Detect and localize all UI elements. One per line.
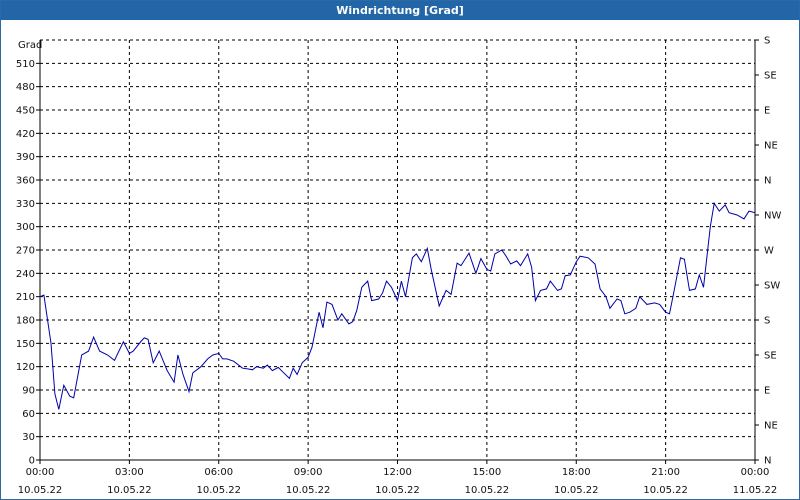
right-tick-label: W <box>764 246 774 257</box>
right-tick-label: E <box>764 386 770 397</box>
right-tick-label: NW <box>764 211 781 222</box>
right-tick-label: E <box>764 106 770 117</box>
x-tick-date: 10.05.22 <box>465 485 510 496</box>
y-axis-tick-labels: 0 30 60 90 120 150 180 210 240 270 300 330 360 390 420… <box>16 59 35 467</box>
wind-direction-chart: 0 30 60 90 120 150 180 210 240 270 300 330 360 390 420… <box>16 36 782 497</box>
x-tick-date: 10.05.22 <box>554 485 599 496</box>
x-tick-time: 00:00 <box>26 467 55 478</box>
right-tick-label: SE <box>764 71 777 82</box>
x-tick-date: 10.05.22 <box>643 485 688 496</box>
y-tick-label: 0 <box>29 456 35 467</box>
x-axis-tick-labels: 00:00 10.05.22 03:00 10.05.22 06:00 10.05.22 0… <box>18 467 778 496</box>
right-tick-label: NE <box>764 141 778 152</box>
y-tick-label: 180 <box>16 316 35 327</box>
y-tick-label: 90 <box>22 386 35 397</box>
x-tick-time: 09:00 <box>294 467 323 478</box>
x-tick-time: 15:00 <box>472 467 501 478</box>
y-tick-label: 120 <box>16 362 35 373</box>
x-tick-time: 06:00 <box>204 467 233 478</box>
x-tick-date: 10.05.22 <box>375 485 420 496</box>
grid-lines <box>40 39 755 460</box>
right-axis-compass-labels: N NE E SE S SW W NW N NE E SE S <box>764 36 781 467</box>
x-tick-date: 10.05.22 <box>18 485 63 496</box>
y-tick-label: 270 <box>16 246 35 257</box>
y-tick-label: 420 <box>16 129 35 140</box>
y-tick-label: 480 <box>16 82 35 93</box>
y-tick-label: 300 <box>16 222 35 233</box>
x-tick-date: 11.05.22 <box>733 485 778 496</box>
right-tick-label: N <box>764 176 771 187</box>
y-tick-label: 360 <box>16 176 35 187</box>
y-tick-label: 210 <box>16 292 35 303</box>
x-tick-date: 10.05.22 <box>196 485 241 496</box>
right-tick-label: SW <box>764 281 780 292</box>
x-tick-time: 03:00 <box>115 467 144 478</box>
x-tick-time: 18:00 <box>562 467 591 478</box>
right-tick-label: S <box>764 36 770 47</box>
x-tick-time: 21:00 <box>651 467 680 478</box>
right-tick-label: SE <box>764 351 777 362</box>
y-tick-label: 510 <box>16 59 35 70</box>
y-tick-label: 450 <box>16 106 35 117</box>
x-tick-date: 10.05.22 <box>286 485 331 496</box>
y-tick-label: 390 <box>16 152 35 163</box>
right-tick-label: N <box>764 456 771 467</box>
x-tick-time: 00:00 <box>741 467 770 478</box>
y-axis-label: Grad <box>18 40 42 51</box>
x-tick-time: 12:00 <box>383 467 412 478</box>
y-tick-label: 30 <box>22 432 35 443</box>
right-tick-label: S <box>764 316 770 327</box>
y-tick-label: 240 <box>16 269 35 280</box>
y-tick-label: 150 <box>16 339 35 350</box>
x-tick-date: 10.05.22 <box>107 485 152 496</box>
right-tick-label: NE <box>764 421 778 432</box>
y-tick-label: 60 <box>22 409 35 420</box>
y-tick-label: 330 <box>16 199 35 210</box>
